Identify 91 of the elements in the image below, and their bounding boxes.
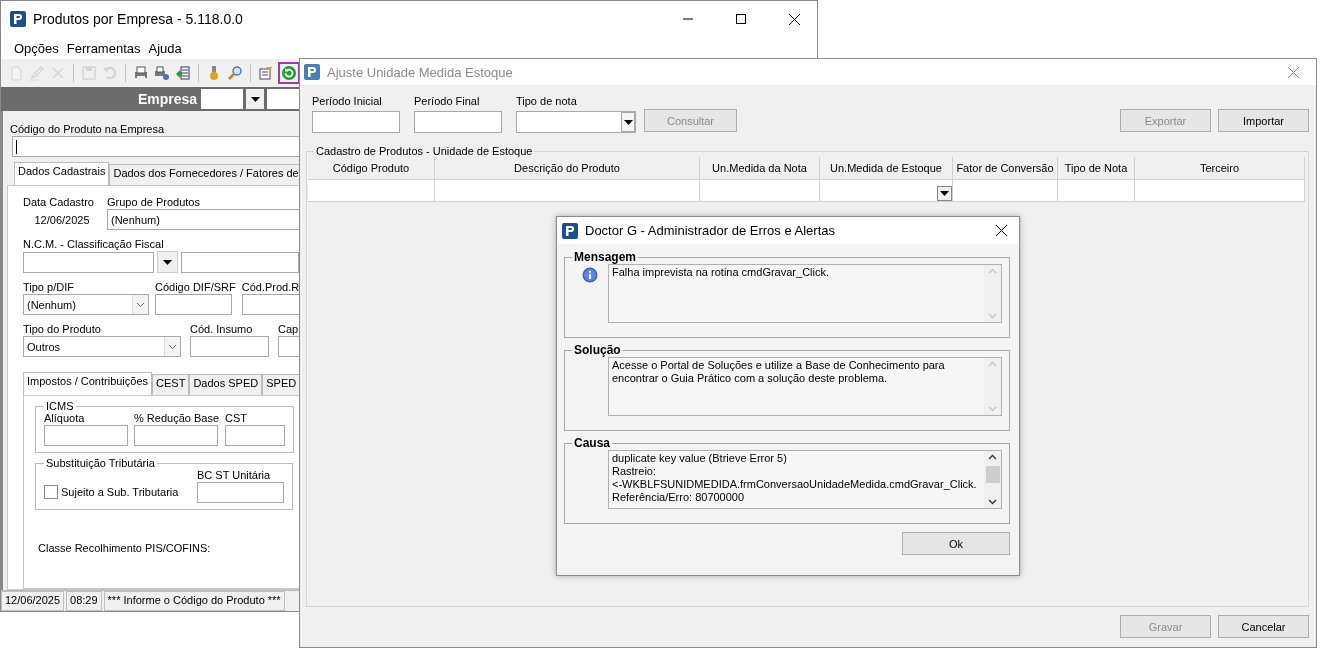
status-cell: 08:29 <box>66 591 102 611</box>
export-button[interactable] <box>174 64 192 82</box>
tax-field[interactable] <box>44 425 128 446</box>
product-type-dropdown[interactable]: Outros <box>23 336 181 357</box>
chevron-down-icon <box>168 343 177 350</box>
dropdown-arrow-icon <box>623 119 633 125</box>
field-label: Cód. Insumo <box>190 323 254 335</box>
field-label: Classe Recolhimento PIS/COFINS: <box>38 542 212 554</box>
company-label: Empresa <box>138 91 198 107</box>
tax-field[interactable] <box>197 482 284 503</box>
field-label: % Redução Base <box>134 412 219 424</box>
chevron-down-icon <box>136 301 145 308</box>
tab[interactable]: CEST <box>152 374 190 395</box>
field-label: Tipo de nota <box>516 95 578 107</box>
capacity-field[interactable] <box>278 336 299 357</box>
window-title: Produtos por Empresa - 5.118.0.0 <box>33 11 243 27</box>
company-field[interactable] <box>201 89 243 109</box>
menu-item[interactable]: Ajuda <box>148 40 182 56</box>
scroll-thumb[interactable] <box>985 466 1000 483</box>
field-label: Tipo do Produto <box>23 323 102 335</box>
product-code-field[interactable] <box>12 136 299 157</box>
field-label: Alíquota <box>44 412 86 424</box>
input-code-field[interactable] <box>190 336 269 357</box>
field-label: BC ST Unitária <box>197 469 272 481</box>
section-title: Mensagem <box>573 250 638 264</box>
window-title: Doctor G - Administrador de Erros e Alertas <box>585 223 835 238</box>
field-label: Grupo de Produtos <box>107 196 201 208</box>
tax-field[interactable] <box>134 425 218 446</box>
checkbox[interactable] <box>44 485 58 499</box>
search-button[interactable] <box>226 64 244 82</box>
dropdown-button[interactable] <box>156 251 179 273</box>
dif-type-dropdown[interactable]: (Nenhum) <box>23 294 149 315</box>
properties-button[interactable] <box>257 64 275 82</box>
field-label: Código DIF/SRF <box>155 281 236 293</box>
tab[interactable]: Dados SPED <box>189 374 263 395</box>
product-code-field[interactable] <box>241 294 299 315</box>
field-label: Data Cadastro <box>23 196 95 208</box>
field-label: Cód.Prod.R <box>241 281 299 293</box>
field-label: Período Inicial <box>312 95 383 107</box>
field-label: N.C.M. - Classificação Fiscal <box>23 238 165 250</box>
app-logo-icon <box>10 11 26 27</box>
action-button[interactable]: Importar <box>1218 109 1309 132</box>
field-label: Tipo p/DIF <box>23 281 75 293</box>
field-label: Período Final <box>414 95 481 107</box>
chevron-down-icon[interactable] <box>988 499 997 505</box>
dropdown-button[interactable] <box>246 89 264 109</box>
field-label: CST <box>225 412 248 424</box>
window-title: Ajuste Unidade Medida Estoque <box>327 64 513 80</box>
dropdown-arrow-icon <box>162 259 172 265</box>
dropdown-arrow-icon <box>250 96 260 102</box>
group-title: ICMS <box>45 400 75 412</box>
date-field[interactable] <box>312 111 400 133</box>
dialog-button[interactable]: Cancelar <box>1218 615 1309 638</box>
section-title: Causa <box>573 436 612 450</box>
tab[interactable]: SPED <box>262 374 299 395</box>
close-icon[interactable] <box>788 13 800 25</box>
info-icon <box>582 267 598 283</box>
dropdown-arrow-icon <box>940 191 949 196</box>
ncm-field[interactable] <box>23 252 154 273</box>
maximize-icon[interactable] <box>736 14 746 24</box>
app-logo-icon <box>562 222 578 239</box>
field-label: Cap <box>278 323 299 335</box>
group-title: Substituição Tributária <box>45 457 156 469</box>
company-name-field[interactable] <box>267 89 299 109</box>
group-title: Cadastro de Produtos - Unidade de Estoque <box>315 145 534 157</box>
field-label: Código do Produto na Empresa <box>10 123 166 135</box>
scrollbar[interactable] <box>984 451 1001 508</box>
tab[interactable]: Dados Cadastrais <box>14 162 110 185</box>
message-text: duplicate key value (Btrieve Error 5) Rastreio: <-WKBLFSUNIDMEDIDA.frmConversaoUnidadeMedida.cmdGravar_Click. Referência/Erro: 80700000 <box>611 451 978 505</box>
app-logo-icon <box>304 64 320 80</box>
section-title: Solução <box>573 343 622 357</box>
menu-item[interactable]: Opções <box>14 40 59 56</box>
dif-code-field[interactable] <box>155 294 232 315</box>
product-group-field[interactable]: (Nenhum) <box>107 209 299 230</box>
chevron-up-icon[interactable] <box>988 454 997 460</box>
message-text: Acesse o Portal de Soluções e utilize a Base de Conhecimento para encontrar o Guia Prático com a solução deste problema. <box>611 358 946 386</box>
print-setup-button[interactable] <box>153 64 171 82</box>
dropdown-button[interactable] <box>937 186 952 201</box>
ok-button[interactable]: Ok <box>902 532 1010 555</box>
status-cell: *** Informe o Código do Produto *** <box>103 591 285 611</box>
tax-field[interactable] <box>225 425 285 446</box>
tab[interactable]: Dados dos Fornecedores / Fatores de <box>109 164 299 185</box>
checkbox-label: Sujeito a Sub. Tributaria <box>61 486 179 498</box>
close-icon[interactable] <box>995 225 1007 236</box>
ncm-description-field[interactable] <box>181 252 299 273</box>
date-field[interactable] <box>414 111 502 133</box>
note-type-dropdown[interactable] <box>516 111 636 133</box>
menu-item[interactable]: Ferramentas <box>66 40 141 56</box>
status-cell: 12/06/2025 <box>1 591 65 611</box>
message-text: Falha imprevista na rotina cmdGravar_Click. <box>611 265 831 280</box>
tab[interactable]: Impostos / Contribuições <box>23 372 153 395</box>
